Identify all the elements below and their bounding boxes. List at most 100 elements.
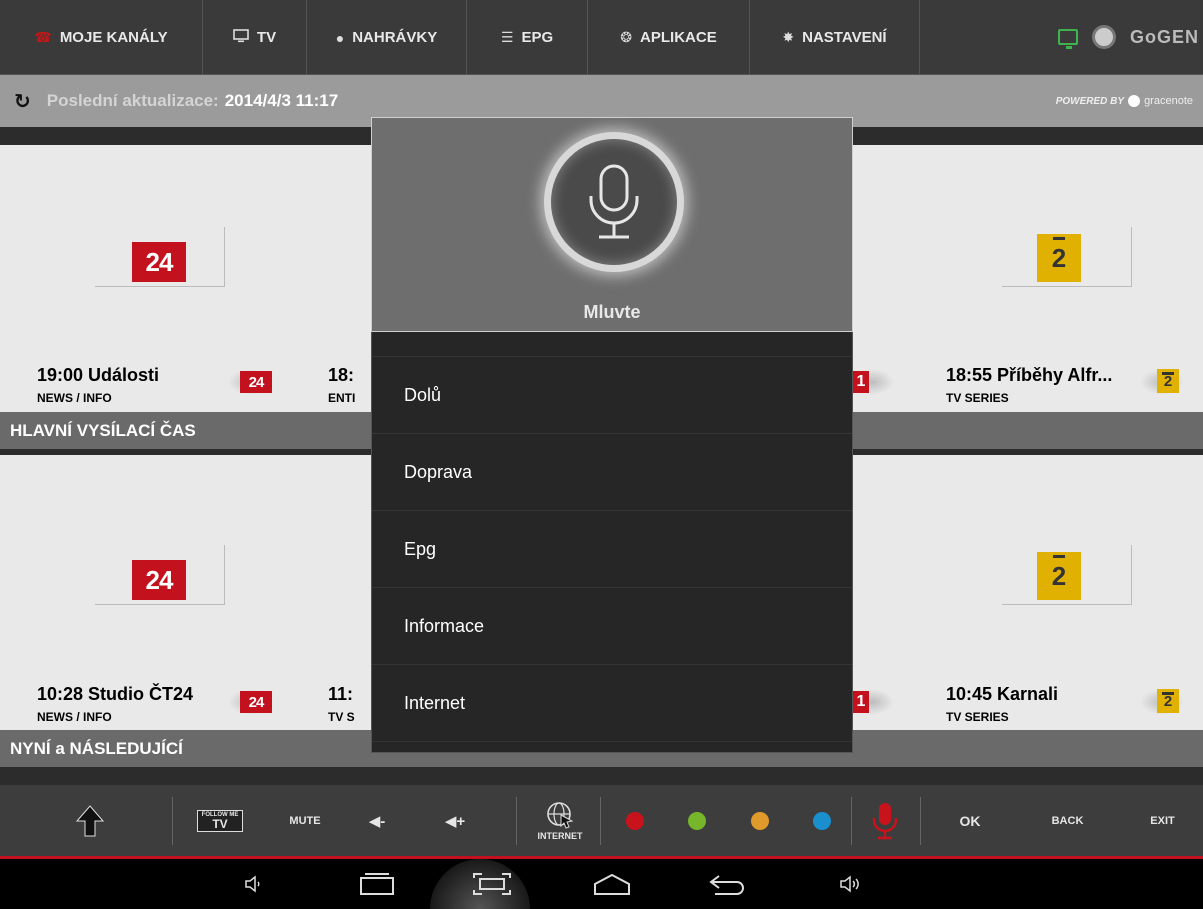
separator bbox=[516, 797, 517, 845]
red-button[interactable] bbox=[620, 785, 650, 856]
list-icon: ☰ bbox=[500, 29, 514, 45]
ct24-logo[interactable]: 24 bbox=[132, 242, 186, 282]
nav-my-channels-label: MOJE KANÁLY bbox=[59, 29, 168, 46]
program-genre: NEWS / INFO bbox=[37, 391, 112, 405]
apps-icon: ❂ bbox=[620, 29, 633, 45]
voice-option-right[interactable]: Doprava bbox=[372, 435, 852, 511]
nav-tv-label: TV bbox=[256, 29, 277, 46]
nova2-logo[interactable]: 2 bbox=[1037, 234, 1081, 282]
back-nav-icon[interactable] bbox=[705, 869, 749, 899]
voice-search-button[interactable] bbox=[860, 785, 910, 856]
nova2-logo[interactable]: 2 bbox=[1037, 552, 1081, 600]
android-navigation-bar bbox=[0, 859, 1203, 909]
nav-settings-label: NASTAVENÍ bbox=[802, 29, 887, 46]
program-title[interactable]: 19:00 Události bbox=[37, 365, 159, 386]
separator bbox=[920, 797, 921, 845]
remote-control-bar: FOLLOW ME TV MUTE ◀- ◀+ INTERNET OK BACK… bbox=[0, 785, 1203, 859]
internet-label: INTERNET bbox=[537, 830, 583, 841]
refresh-icon[interactable]: ↻ bbox=[14, 89, 31, 114]
green-dot-icon bbox=[688, 811, 706, 830]
ct24-logo[interactable]: 24 bbox=[132, 560, 186, 600]
ct1-mini-logo: 1 bbox=[853, 691, 869, 713]
brand-name: GoGEN bbox=[1129, 26, 1199, 47]
recent-apps-icon[interactable] bbox=[355, 869, 399, 899]
screenshot-icon[interactable] bbox=[470, 869, 514, 899]
screen-mirror-icon[interactable] bbox=[1057, 29, 1078, 49]
red-dot-icon bbox=[626, 811, 644, 830]
remote-icon: ☎ bbox=[34, 29, 52, 45]
gracenote-name: gracenote bbox=[1144, 95, 1193, 107]
microphone-button[interactable] bbox=[544, 132, 684, 272]
ok-button[interactable]: OK bbox=[945, 785, 995, 856]
gear-icon: ✸ bbox=[782, 29, 795, 45]
exit-button[interactable]: EXIT bbox=[1140, 785, 1185, 856]
voice-option-internet[interactable]: Internet bbox=[372, 666, 852, 742]
follow-me-tv-button[interactable]: FOLLOW ME TV bbox=[190, 785, 250, 856]
nav-recordings[interactable]: ● NAHRÁVKY bbox=[307, 0, 467, 75]
separator bbox=[851, 797, 852, 845]
list-spacer bbox=[372, 307, 852, 357]
follow-tv-label: TV bbox=[212, 816, 228, 831]
nova2-mini-logo: 2 bbox=[1157, 689, 1179, 713]
powered-by-label: POWERED BY bbox=[1055, 95, 1125, 107]
volume-up-icon[interactable] bbox=[835, 869, 865, 899]
back-button[interactable]: BACK bbox=[1040, 785, 1095, 856]
program-title[interactable]: 10:45 Karnali bbox=[946, 684, 1058, 705]
program-title[interactable]: 18:55 Příběhy Alfr... bbox=[946, 365, 1112, 386]
program-title[interactable]: 11: bbox=[328, 684, 353, 705]
volume-down-button[interactable]: ◀- bbox=[352, 785, 402, 856]
globe-cursor-icon bbox=[547, 801, 574, 829]
top-navigation: ☎ MOJE KANÁLY TV ● NAHRÁVKY ☰ EPG ❂ APLI… bbox=[0, 0, 1203, 75]
volume-down-icon[interactable] bbox=[240, 869, 266, 899]
green-button[interactable] bbox=[682, 785, 712, 856]
yellow-button[interactable] bbox=[745, 785, 775, 856]
volume-up-button[interactable]: ◀+ bbox=[425, 785, 485, 856]
gracenote-credit: POWERED BY gracenote bbox=[1056, 95, 1193, 107]
nav-settings[interactable]: ✸ NASTAVENÍ bbox=[750, 0, 920, 75]
last-update-value: 2014/4/3 11:17 bbox=[224, 91, 339, 110]
home-icon[interactable] bbox=[590, 869, 634, 899]
nav-tv[interactable]: TV bbox=[203, 0, 307, 75]
microphone-icon bbox=[872, 802, 898, 839]
voice-option-epg[interactable]: Epg bbox=[372, 512, 852, 588]
program-title[interactable]: 18: bbox=[328, 365, 354, 386]
up-arrow-icon bbox=[76, 804, 104, 836]
up-arrow-button[interactable] bbox=[60, 785, 120, 856]
ct1-mini-logo: 1 bbox=[853, 371, 869, 393]
program-genre: TV SERIES bbox=[946, 391, 1009, 405]
last-update-label: Poslední aktualizace: bbox=[46, 91, 219, 110]
blue-button[interactable] bbox=[807, 785, 837, 856]
nova2-mini-logo: 2 bbox=[1157, 369, 1179, 393]
record-dot-icon: ● bbox=[335, 29, 345, 46]
nav-apps-label: APLIKACE bbox=[640, 29, 717, 46]
nav-recordings-label: NAHRÁVKY bbox=[352, 29, 438, 46]
separator bbox=[600, 797, 601, 845]
yellow-dot-icon bbox=[751, 811, 769, 830]
ct24-mini-logo: 24 bbox=[240, 371, 272, 393]
gracenote-logo-icon bbox=[1128, 95, 1141, 107]
mute-button[interactable]: MUTE bbox=[275, 785, 335, 856]
monitor-icon bbox=[233, 29, 249, 46]
voice-option-info[interactable]: Informace bbox=[372, 589, 852, 665]
voice-input-dialog: Mluvte bbox=[371, 117, 853, 332]
program-genre: NEWS / INFO bbox=[37, 710, 112, 724]
internet-button[interactable]: INTERNET bbox=[525, 785, 595, 856]
ct24-mini-logo: 24 bbox=[240, 691, 272, 713]
separator bbox=[172, 797, 173, 845]
follow-me-tv-icon: FOLLOW ME TV bbox=[196, 809, 244, 832]
microphone-icon bbox=[589, 164, 639, 239]
gogen-logo-icon bbox=[1091, 25, 1116, 49]
voice-option-down[interactable]: Dolů bbox=[372, 358, 852, 434]
voice-command-list: Dolů Doprava Epg Informace Internet bbox=[371, 332, 853, 753]
divider bbox=[0, 767, 1203, 785]
program-genre: TV S bbox=[328, 710, 355, 724]
blue-dot-icon bbox=[813, 811, 831, 830]
nav-epg-label: EPG bbox=[521, 29, 554, 46]
program-title[interactable]: 10:28 Studio ČT24 bbox=[37, 684, 193, 705]
nav-my-channels[interactable]: ☎ MOJE KANÁLY bbox=[0, 0, 203, 75]
program-genre: ENTI bbox=[328, 391, 356, 405]
nav-epg[interactable]: ☰ EPG bbox=[467, 0, 588, 75]
nav-brand-area: GoGEN bbox=[920, 0, 1203, 74]
program-genre: TV SERIES bbox=[946, 710, 1009, 724]
nav-apps[interactable]: ❂ APLIKACE bbox=[588, 0, 750, 75]
